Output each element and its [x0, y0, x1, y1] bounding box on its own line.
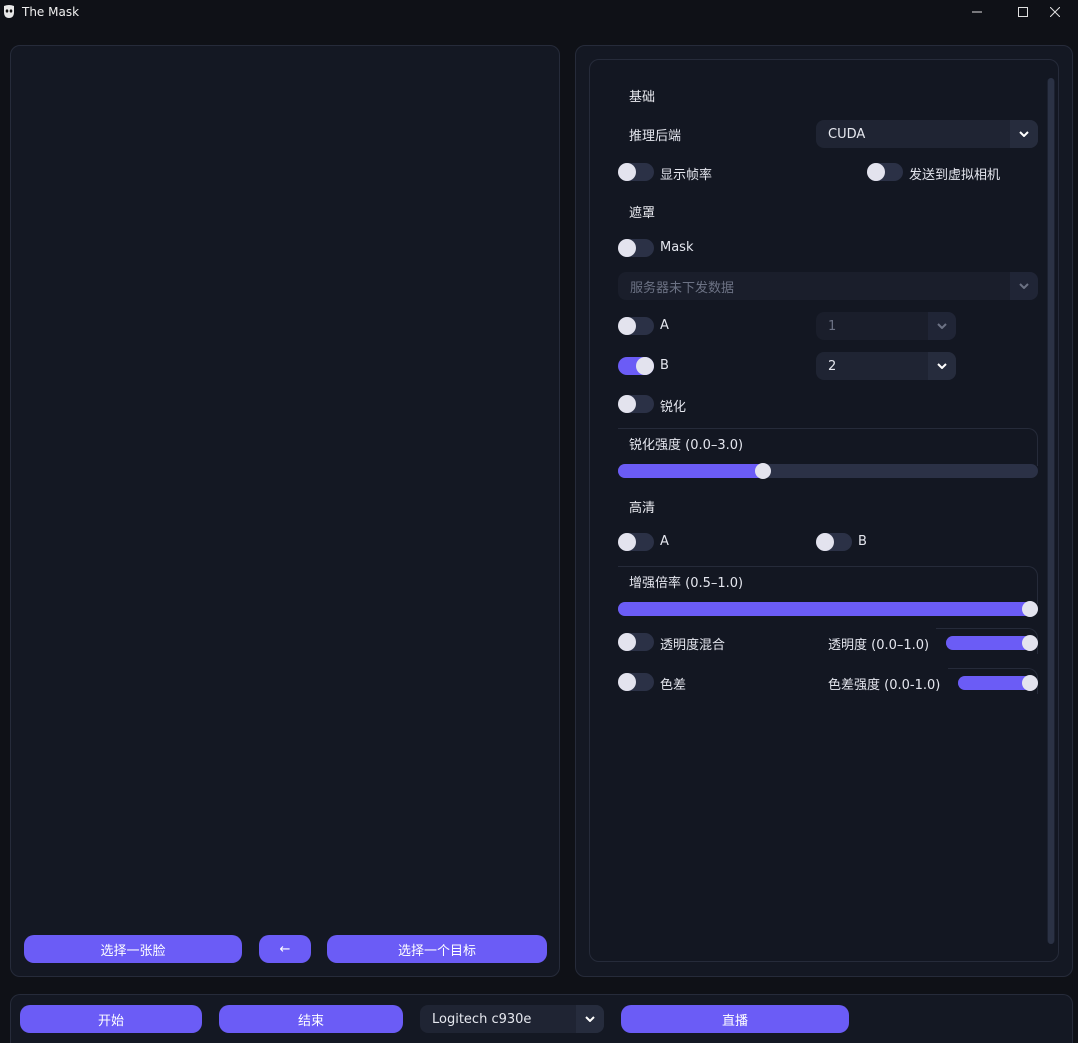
enhance-label: 增强倍率 (0.5–1.0) [629, 576, 744, 591]
slider-handle[interactable] [1022, 635, 1038, 651]
sharpen-toggle[interactable] [618, 395, 654, 413]
minimize-icon [972, 11, 982, 13]
chevron-down-icon [928, 352, 956, 380]
chevron-down-icon [576, 1005, 604, 1033]
slider-handle[interactable] [1022, 675, 1038, 691]
hd-b-label: B [858, 534, 867, 549]
color-strength-label: 色差强度 (0.0-1.0) [828, 678, 941, 693]
mask-toggle[interactable] [618, 239, 654, 257]
slider-handle[interactable] [1022, 601, 1038, 617]
mask-app-icon [4, 5, 14, 18]
mask-a-toggle[interactable] [618, 317, 654, 335]
mask-b-value: 2 [828, 358, 837, 374]
camera-select[interactable]: Logitech c930e [420, 1005, 604, 1033]
maximize-icon [1018, 7, 1028, 17]
blend-label: 透明度混合 [660, 638, 726, 653]
close-icon [1050, 7, 1060, 17]
slider-fill [946, 636, 1032, 650]
scrollbar-thumb[interactable] [1048, 78, 1054, 944]
mask-b-select[interactable]: 2 [816, 352, 956, 380]
opacity-label: 透明度 (0.0–1.0) [828, 638, 930, 653]
backend-select[interactable]: CUDA [816, 120, 1038, 148]
chevron-down-icon [1010, 120, 1038, 148]
stop-button[interactable]: 结束 [219, 1005, 403, 1033]
hd-a-toggle[interactable] [618, 533, 654, 551]
section-hd: 高清 [629, 501, 656, 516]
show-fps-toggle[interactable] [618, 163, 654, 181]
minimize-button[interactable] [954, 0, 1000, 24]
color-diff-toggle[interactable] [618, 673, 654, 691]
hd-a-label: A [660, 534, 669, 549]
title-bar: The Mask [0, 0, 1078, 26]
select-target-button[interactable]: 选择一个目标 [327, 935, 547, 963]
mask-a-value: 1 [828, 318, 837, 334]
camera-value: Logitech c930e [432, 1011, 532, 1027]
backend-label: 推理后端 [629, 129, 682, 144]
close-button[interactable] [1032, 0, 1078, 24]
blend-toggle[interactable] [618, 633, 654, 651]
sharpen-label: 锐化 [660, 400, 687, 415]
mask-a-select[interactable]: 1 [816, 312, 956, 340]
opacity-slider[interactable] [946, 635, 1038, 651]
mask-label: Mask [660, 240, 694, 255]
slider-fill [958, 676, 1032, 690]
settings-scroll-area[interactable] [589, 59, 1059, 962]
hd-b-toggle[interactable] [816, 533, 852, 551]
color-diff-label: 色差 [660, 678, 687, 693]
color-strength-slider[interactable] [958, 675, 1038, 691]
live-button[interactable]: 直播 [621, 1005, 849, 1033]
start-button[interactable]: 开始 [20, 1005, 202, 1033]
show-fps-label: 显示帧率 [660, 168, 713, 183]
mask-b-label: B [660, 358, 669, 373]
sharpen-strength-slider[interactable] [618, 463, 1038, 479]
sharpen-strength-label: 锐化强度 (0.0–3.0) [629, 438, 744, 453]
virtual-camera-label: 发送到虚拟相机 [909, 168, 1001, 183]
back-button[interactable]: ← [259, 935, 311, 963]
server-data-select[interactable]: 服务器未下发数据 [618, 272, 1038, 300]
chevron-down-icon [1010, 272, 1038, 300]
preview-panel [10, 45, 560, 977]
mask-a-label: A [660, 318, 669, 333]
slider-handle[interactable] [755, 463, 771, 479]
section-basic: 基础 [629, 90, 656, 105]
virtual-camera-toggle[interactable] [867, 163, 903, 181]
chevron-down-icon [928, 312, 956, 340]
enhance-slider[interactable] [618, 601, 1038, 617]
select-face-button[interactable]: 选择一张脸 [24, 935, 242, 963]
server-data-value: 服务器未下发数据 [630, 280, 735, 296]
slider-fill [618, 602, 1032, 616]
slider-fill [618, 464, 765, 478]
window-title: The Mask [22, 5, 80, 19]
backend-value: CUDA [828, 126, 866, 142]
section-mask: 遮罩 [629, 206, 656, 221]
mask-b-toggle[interactable] [618, 357, 654, 375]
